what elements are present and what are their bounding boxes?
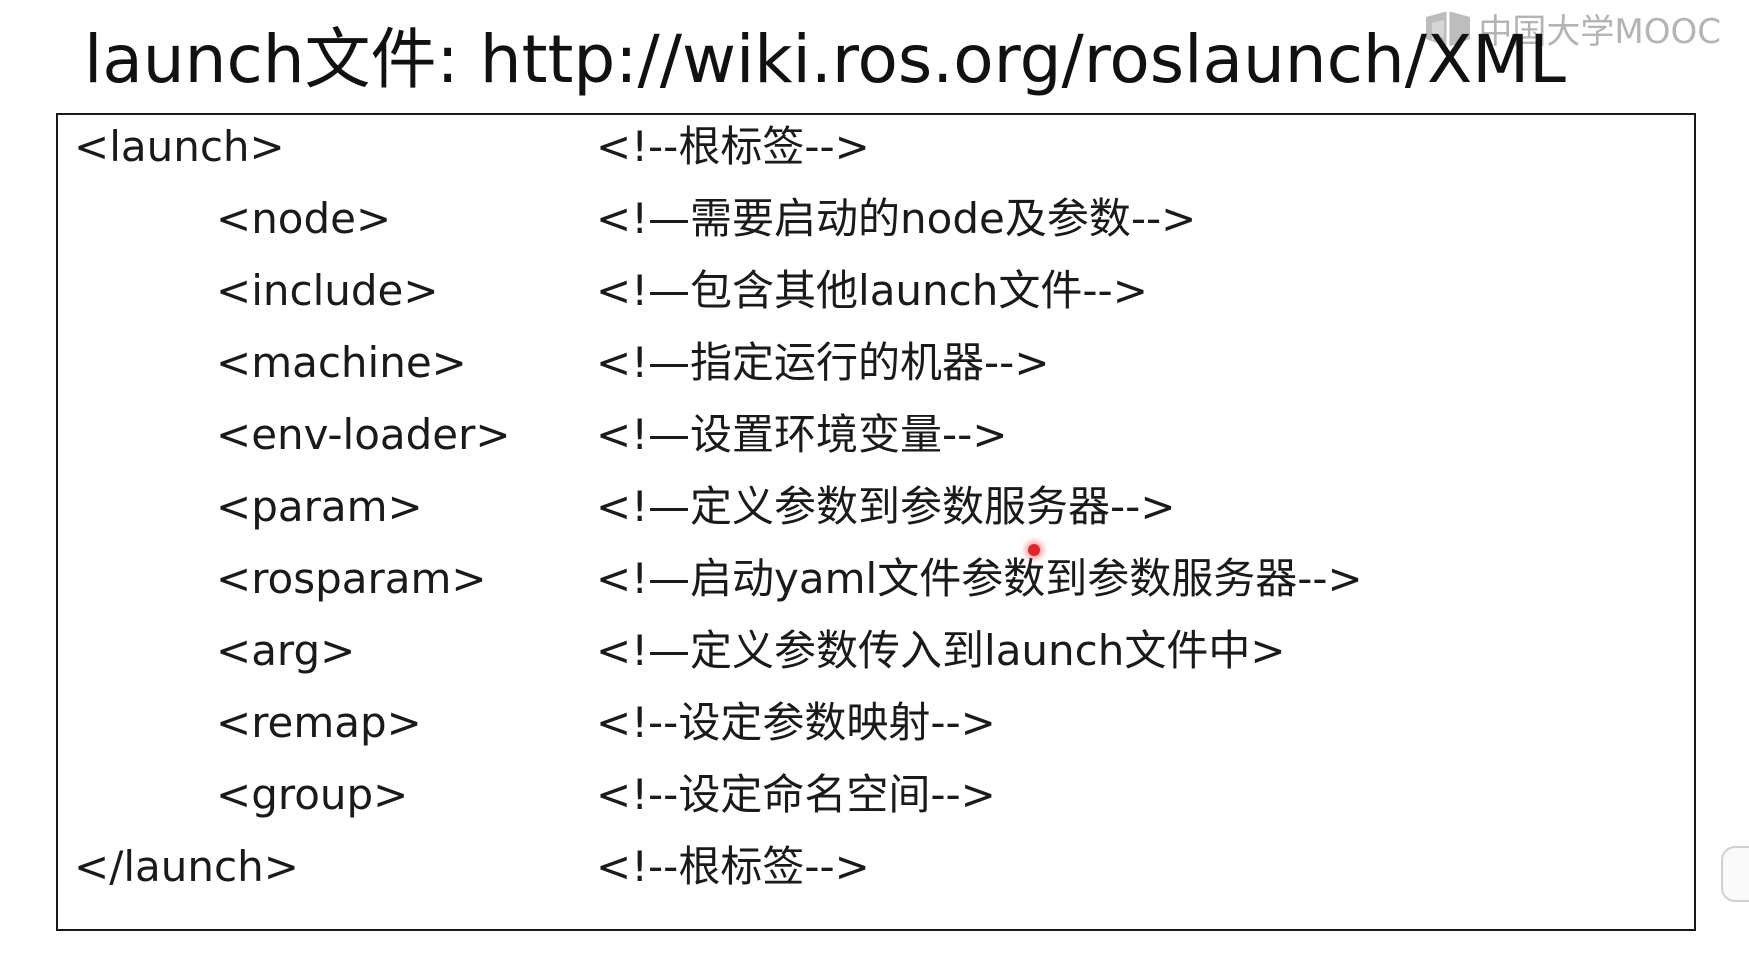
- code-row-rosparam: <rosparam> <!—启动yaml文件参数到参数服务器-->: [58, 543, 1694, 615]
- code-row-launch-open: <launch> <!--根标签-->: [58, 111, 1694, 183]
- code-row-env-loader: <env-loader> <!—设置环境变量-->: [58, 399, 1694, 471]
- tag-label: <remap>: [216, 698, 422, 747]
- comment-label: <!—定义参数传入到launch文件中>: [596, 626, 1286, 675]
- laser-pointer-dot: [1028, 544, 1040, 556]
- comment-label: <!—设置环境变量-->: [596, 410, 1008, 459]
- tag-label: </launch>: [74, 842, 299, 891]
- tag-label: <group>: [216, 770, 409, 819]
- comment-label: <!--设定参数映射-->: [596, 698, 996, 747]
- code-row-remap: <remap> <!--设定参数映射-->: [58, 687, 1694, 759]
- slide-title: launch文件: http://wiki.ros.org/roslaunch/…: [84, 21, 1566, 98]
- code-row-arg: <arg> <!—定义参数传入到launch文件中>: [58, 615, 1694, 687]
- code-row-param: <param> <!—定义参数到参数服务器-->: [58, 471, 1694, 543]
- tag-label: <param>: [216, 482, 423, 531]
- tag-label: <include>: [216, 266, 439, 315]
- code-row-node: <node> <!—需要启动的node及参数-->: [58, 183, 1694, 255]
- tag-label: <launch>: [74, 122, 285, 171]
- code-row-group: <group> <!--设定命名空间-->: [58, 759, 1694, 831]
- code-row-machine: <machine> <!—指定运行的机器-->: [58, 327, 1694, 399]
- code-row-include: <include> <!—包含其他launch文件-->: [58, 255, 1694, 327]
- tag-label: <node>: [216, 194, 392, 243]
- comment-label: <!--根标签-->: [596, 842, 870, 891]
- tag-label: <env-loader>: [216, 410, 511, 459]
- tag-label: <rosparam>: [216, 554, 487, 603]
- code-row-launch-close: </launch> <!--根标签-->: [58, 831, 1694, 903]
- comment-label: <!—需要启动的node及参数-->: [596, 194, 1197, 243]
- tag-label: <arg>: [216, 626, 356, 675]
- comment-label: <!—包含其他launch文件-->: [596, 266, 1148, 315]
- comment-label: <!—启动yaml文件参数到参数服务器-->: [596, 554, 1363, 603]
- comment-label: <!--根标签-->: [596, 122, 870, 171]
- side-panel-toggle-button[interactable]: [1721, 846, 1749, 902]
- comment-label: <!—指定运行的机器-->: [596, 338, 1050, 387]
- code-listing-box: <launch> <!--根标签--> <node> <!—需要启动的node及…: [56, 113, 1696, 931]
- tag-label: <machine>: [216, 338, 467, 387]
- comment-label: <!--设定命名空间-->: [596, 770, 996, 819]
- comment-label: <!—定义参数到参数服务器-->: [596, 482, 1176, 531]
